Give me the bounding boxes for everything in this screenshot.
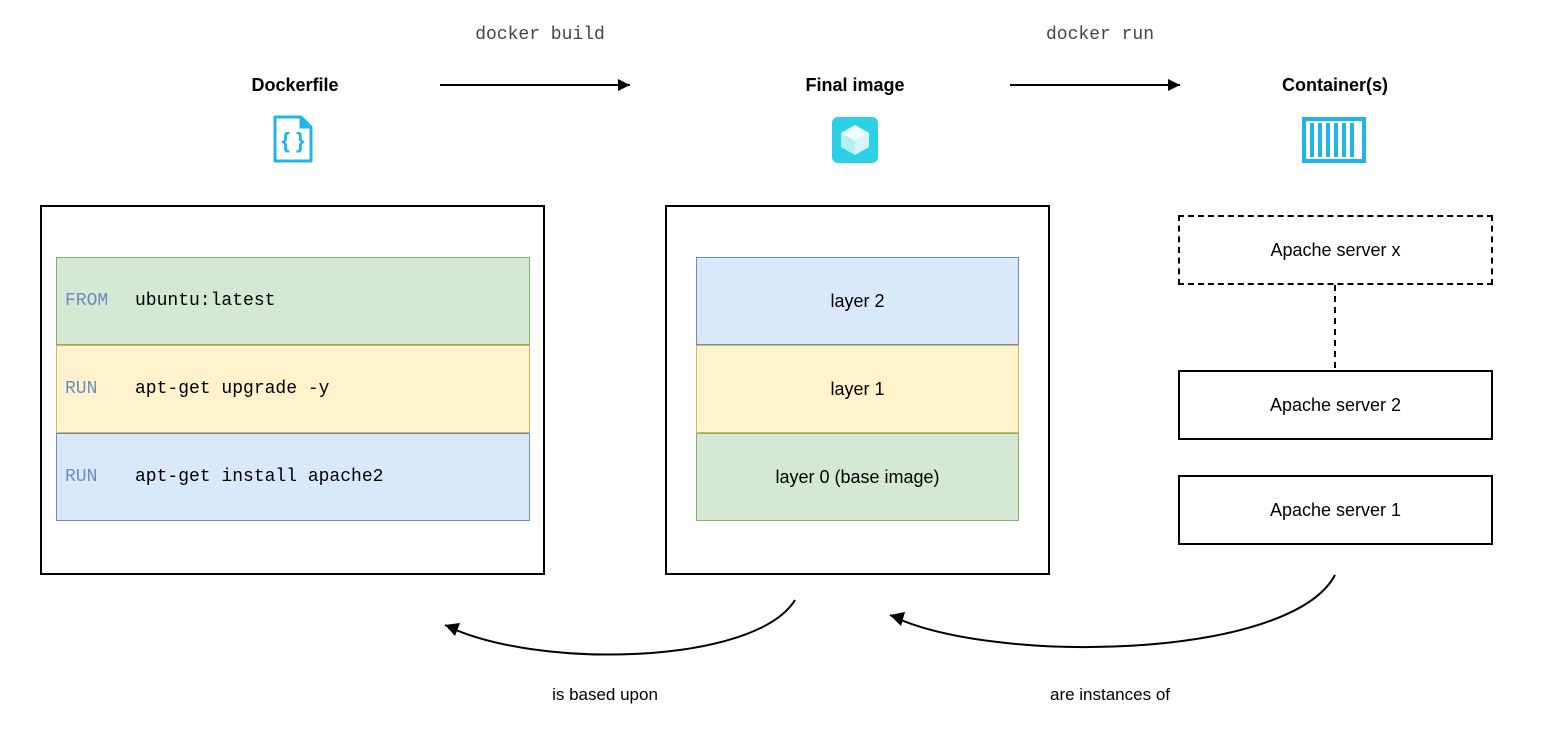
run2-keyword: RUN [65, 467, 135, 487]
run-arrow-icon [1005, 70, 1195, 100]
dockerfile-header: Dockerfile [220, 75, 370, 96]
based-upon-caption: is based upon [505, 685, 705, 705]
dockerfile-line-run2: RUN apt-get install apache2 [56, 433, 530, 521]
svg-text:{ }: { } [281, 128, 305, 153]
apache-server-x: Apache server x [1178, 215, 1493, 285]
run1-keyword: RUN [65, 379, 135, 399]
dashed-connector-icon [1330, 285, 1340, 370]
build-arrow-icon [435, 70, 645, 100]
containers-header: Container(s) [1250, 75, 1420, 96]
docker-run-label: docker run [1020, 25, 1180, 45]
dockerfile-box: FROM ubuntu:latest RUN apt-get upgrade -… [40, 205, 545, 575]
dockerfile-line-run1: RUN apt-get upgrade -y [56, 345, 530, 433]
from-keyword: FROM [65, 291, 135, 311]
apache-server-2: Apache server 2 [1178, 370, 1493, 440]
image-header: Final image [780, 75, 930, 96]
apache-server-1: Apache server 1 [1178, 475, 1493, 545]
from-value: ubuntu:latest [135, 291, 275, 311]
docker-diagram: docker build docker run Dockerfile Final… [40, 30, 1506, 704]
json-file-icon: { } [268, 115, 318, 165]
instances-of-arrow-icon [870, 570, 1350, 670]
image-box: layer 2 layer 1 layer 0 (base image) [665, 205, 1050, 575]
instances-of-caption: are instances of [1000, 685, 1220, 705]
docker-build-label: docker build [450, 25, 630, 45]
layer-1: layer 1 [696, 345, 1019, 433]
run2-value: apt-get install apache2 [135, 467, 383, 487]
cube-icon [830, 115, 880, 165]
container-icon [1302, 115, 1366, 165]
dockerfile-line-from: FROM ubuntu:latest [56, 257, 530, 345]
run1-value: apt-get upgrade -y [135, 379, 329, 399]
layer-2: layer 2 [696, 257, 1019, 345]
layer-0: layer 0 (base image) [696, 433, 1019, 521]
based-upon-arrow-icon [425, 595, 805, 675]
